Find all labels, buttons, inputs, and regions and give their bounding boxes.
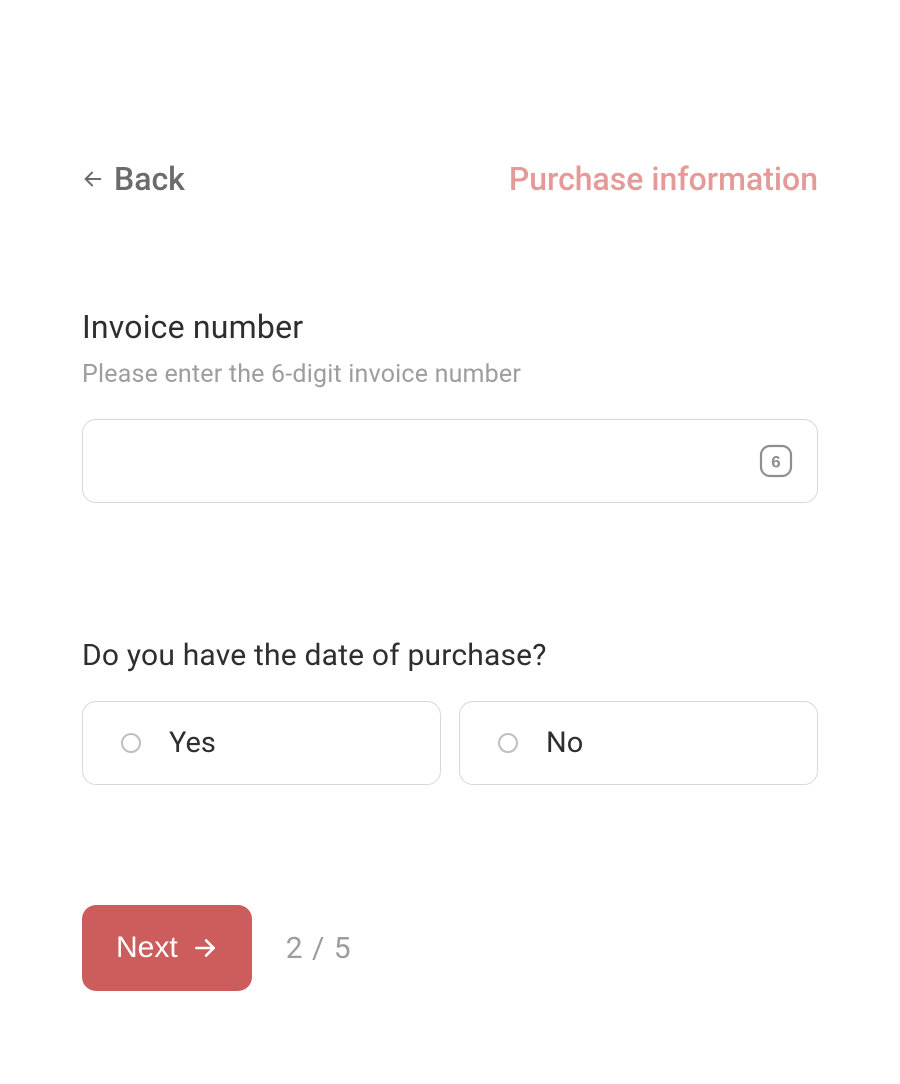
date-question-field: Do you have the date of purchase? Yes No: [82, 638, 818, 785]
radio-icon: [121, 733, 141, 753]
digit-count-icon: 6: [758, 443, 794, 479]
step-indicator: 2 / 5: [286, 931, 352, 966]
form-container: Back Purchase information Invoice number…: [0, 0, 900, 991]
next-button[interactable]: Next: [82, 905, 252, 991]
invoice-input-wrap: 6: [82, 419, 818, 503]
radio-group: Yes No: [82, 701, 818, 785]
header: Back Purchase information: [82, 160, 818, 198]
date-question-label: Do you have the date of purchase?: [82, 638, 818, 673]
radio-icon: [498, 733, 518, 753]
invoice-input[interactable]: [82, 419, 818, 503]
invoice-number-field: Invoice number Please enter the 6-digit …: [82, 308, 818, 503]
next-label: Next: [116, 931, 178, 965]
radio-option-yes[interactable]: Yes: [82, 701, 441, 785]
svg-text:6: 6: [771, 453, 780, 472]
back-button[interactable]: Back: [82, 160, 185, 198]
arrow-right-icon: [192, 935, 218, 961]
footer: Next 2 / 5: [82, 905, 818, 991]
radio-option-no[interactable]: No: [459, 701, 818, 785]
step-title: Purchase information: [509, 160, 818, 198]
radio-label-no: No: [546, 726, 583, 760]
radio-label-yes: Yes: [169, 726, 216, 760]
arrow-left-icon: [82, 168, 104, 190]
invoice-hint: Please enter the 6-digit invoice number: [82, 360, 818, 389]
back-label: Back: [114, 160, 185, 198]
invoice-label: Invoice number: [82, 308, 818, 346]
